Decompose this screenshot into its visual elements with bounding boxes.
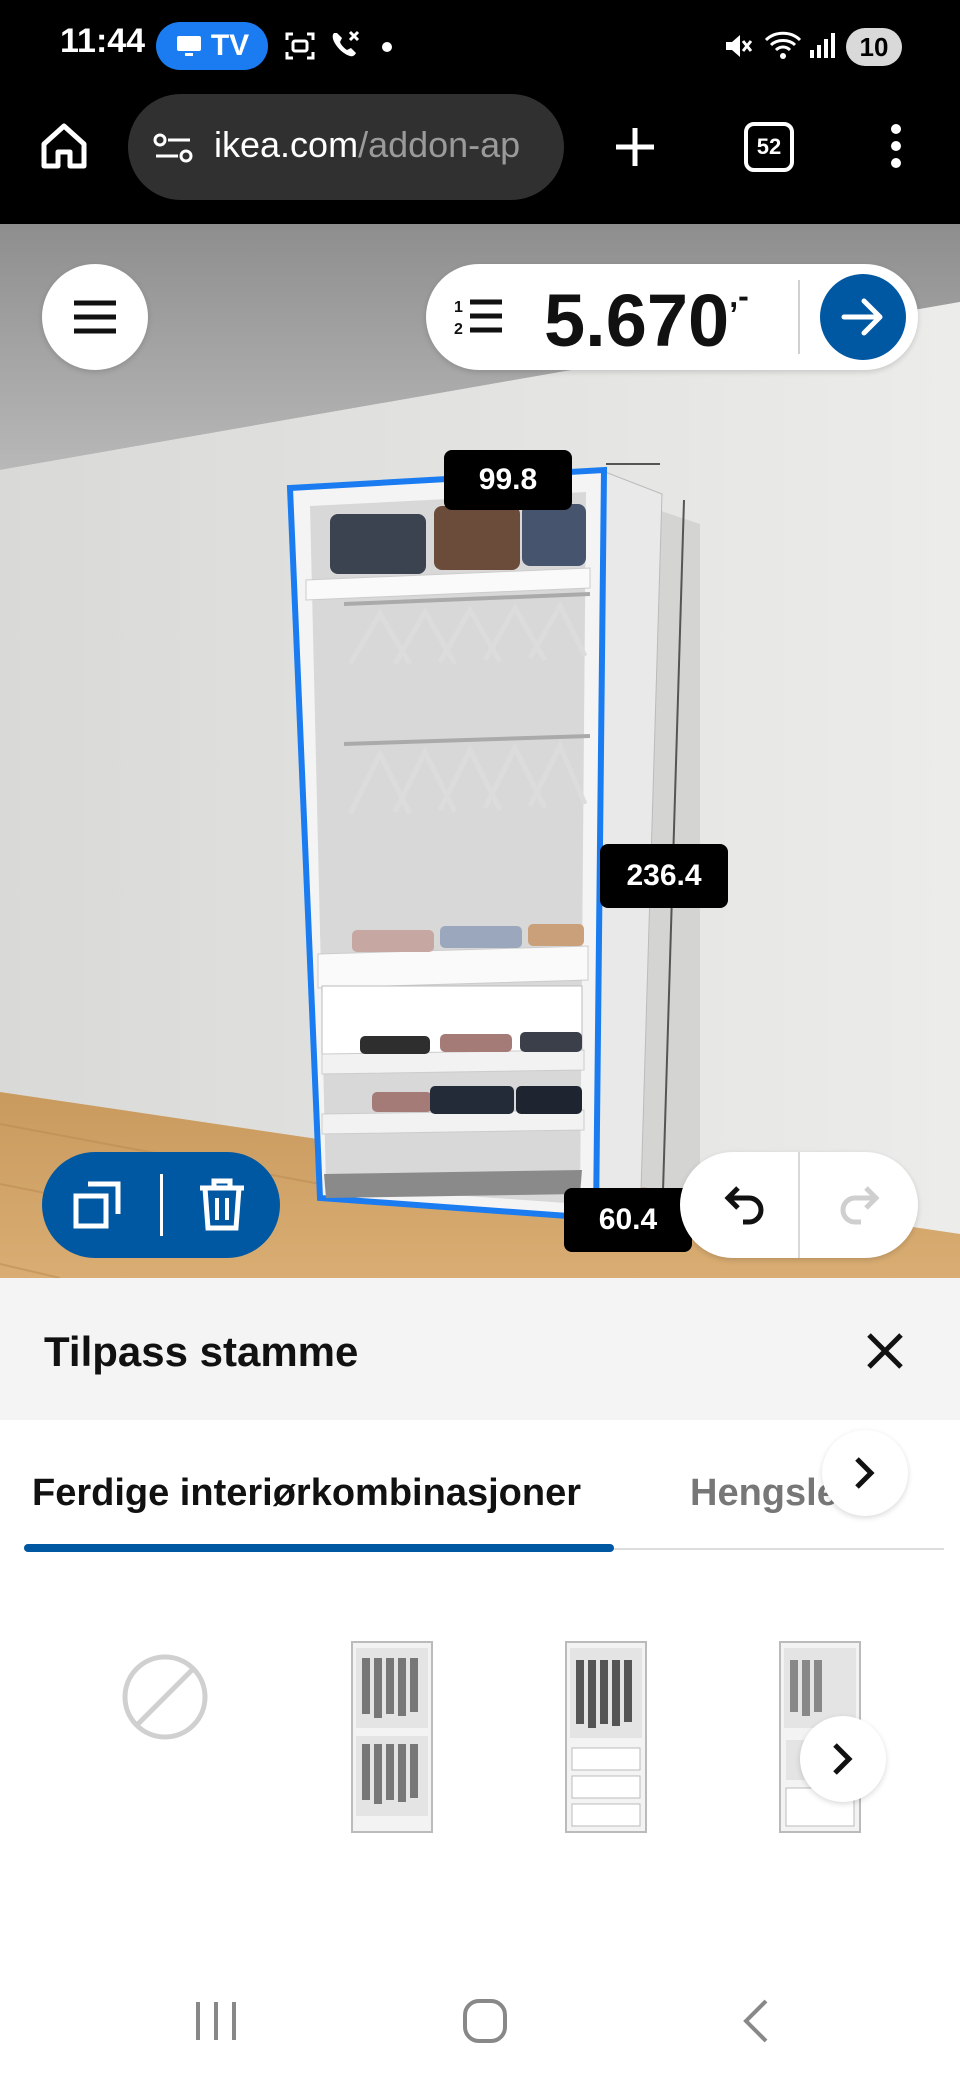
site-settings-icon[interactable] bbox=[152, 132, 194, 164]
system-nav-bar bbox=[0, 1960, 960, 2080]
duplicate-icon[interactable] bbox=[72, 1180, 122, 1230]
chevron-right-icon bbox=[855, 1457, 875, 1489]
redo-icon[interactable] bbox=[836, 1182, 880, 1226]
chevron-right-icon bbox=[833, 1743, 853, 1775]
width-dimension-label[interactable]: 99.8 bbox=[444, 450, 572, 510]
total-price: 5.670,- bbox=[544, 278, 749, 363]
close-icon[interactable] bbox=[866, 1332, 904, 1370]
wardrobe-image-2 bbox=[565, 1641, 647, 1833]
trash-icon[interactable] bbox=[198, 1178, 246, 1232]
monitor-icon bbox=[176, 36, 201, 56]
history-controls bbox=[680, 1152, 918, 1258]
undo-icon[interactable] bbox=[724, 1182, 768, 1226]
tv-label: TV bbox=[210, 29, 250, 62]
thumbnail-combination-2[interactable] bbox=[564, 1640, 648, 1834]
url-domain: ikea.com bbox=[214, 124, 359, 165]
tab-ferdige-interiorkombinasjoner[interactable]: Ferdige interiørkombinasjoner bbox=[32, 1472, 581, 1515]
menu-button[interactable] bbox=[42, 264, 148, 370]
svg-text:2: 2 bbox=[454, 321, 463, 338]
notification-dot-icon bbox=[382, 42, 392, 52]
panel-title: Tilpass stamme bbox=[44, 1328, 359, 1375]
svg-text:1: 1 bbox=[454, 299, 463, 316]
actions-divider bbox=[160, 1174, 163, 1236]
tv-cast-badge[interactable]: TV bbox=[156, 22, 268, 70]
recent-apps-icon[interactable] bbox=[194, 2000, 238, 2042]
mute-icon bbox=[726, 35, 753, 57]
tabs-count-button[interactable]: 52 bbox=[744, 122, 794, 172]
hamburger-icon bbox=[74, 300, 116, 334]
wifi-call-icon bbox=[332, 30, 360, 57]
more-icon[interactable] bbox=[884, 122, 908, 170]
panel-header: Tilpass stamme bbox=[0, 1278, 960, 1420]
address-bar[interactable]: ikea.com/addon-ap bbox=[128, 94, 564, 200]
price-divider bbox=[798, 280, 800, 354]
battery-level: 10 bbox=[846, 28, 902, 66]
wardrobe-image-1 bbox=[351, 1641, 433, 1833]
history-divider bbox=[798, 1152, 800, 1258]
planner-3d-view[interactable]: 12 5.670,- 99.8 236.4 60.4 bbox=[0, 224, 960, 1278]
thumbnail-combination-1[interactable] bbox=[350, 1640, 434, 1834]
tabs-scroll-right-button[interactable] bbox=[822, 1430, 908, 1516]
status-time: 11:44 bbox=[60, 22, 146, 60]
signal-icon bbox=[810, 33, 835, 58]
continue-button[interactable] bbox=[820, 274, 906, 360]
price-suffix: ,- bbox=[729, 278, 749, 314]
screen-record-icon bbox=[285, 32, 315, 60]
tab-bar: Ferdige interiørkombinasjoner Hengsle dø bbox=[0, 1420, 960, 1560]
url-text: ikea.com/addon-ap bbox=[214, 124, 520, 166]
none-icon bbox=[122, 1654, 208, 1740]
height-dimension-label[interactable]: 236.4 bbox=[600, 844, 728, 908]
shopping-list-icon: 12 bbox=[454, 299, 502, 338]
home-nav-icon[interactable] bbox=[462, 1998, 508, 2044]
depth-dimension-label[interactable]: 60.4 bbox=[564, 1188, 692, 1252]
price-value: 5.670 bbox=[544, 279, 730, 362]
url-path: /addon-ap bbox=[358, 124, 521, 165]
thumbnail-none[interactable] bbox=[110, 1642, 220, 1752]
status-bar: 11:44 TV 10 bbox=[0, 0, 960, 92]
back-nav-icon[interactable] bbox=[740, 1998, 770, 2044]
room-scene bbox=[0, 224, 960, 1278]
new-tab-icon[interactable] bbox=[612, 124, 658, 170]
price-summary[interactable]: 12 5.670,- bbox=[426, 264, 918, 370]
wifi-icon bbox=[764, 31, 802, 59]
tab-active-indicator bbox=[24, 1544, 614, 1552]
home-icon[interactable] bbox=[38, 120, 90, 172]
tab-count: 52 bbox=[756, 134, 782, 159]
thumbnails-scroll-right-button[interactable] bbox=[800, 1716, 886, 1802]
item-actions bbox=[42, 1152, 280, 1258]
combination-list bbox=[0, 1560, 960, 1960]
arrow-right-icon bbox=[841, 298, 883, 336]
